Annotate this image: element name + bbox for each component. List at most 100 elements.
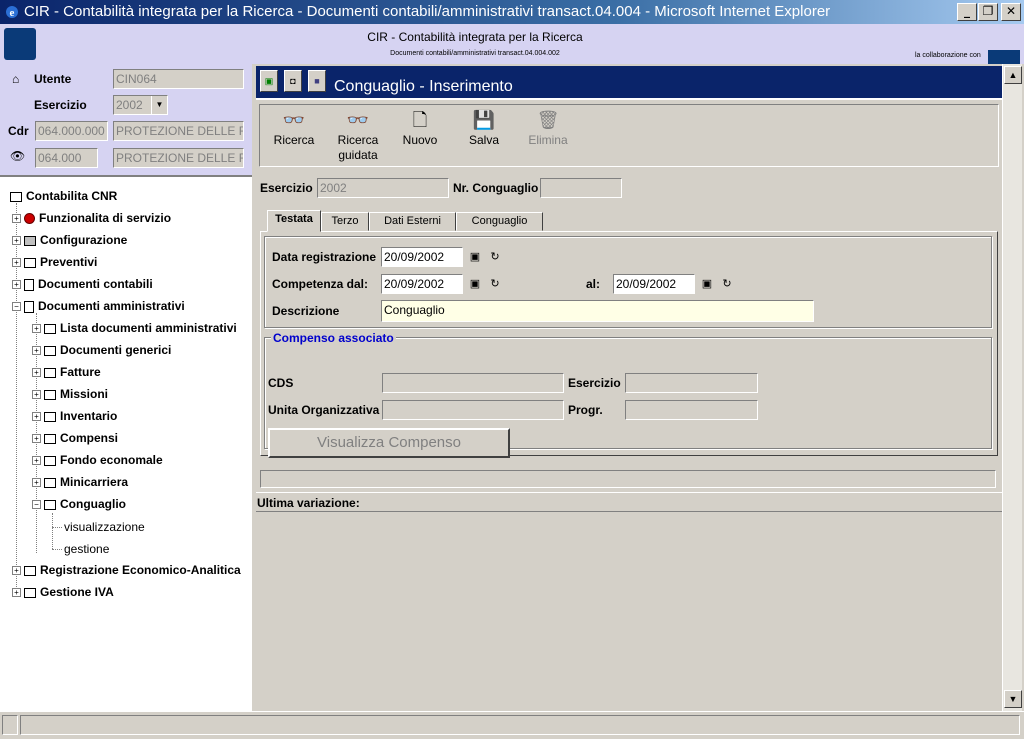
expand-icon[interactable]: +: [12, 214, 21, 224]
banner-subtitle: Documenti contabili/amministrativi trans…: [390, 50, 560, 57]
minimize-button[interactable]: _: [957, 3, 977, 21]
tree-item-configurazione[interactable]: + Configurazione: [12, 231, 127, 249]
toolbar: 👓 Ricerca 👓 Ricerca guidata 🗋 Nuovo 💾 Salva 🗑…: [259, 104, 999, 167]
expand-icon[interactable]: +: [12, 588, 21, 598]
tree-item-label: Funzionalita di servizio: [39, 211, 172, 225]
status-bar: [0, 711, 1024, 739]
clear-date-icon[interactable]: ↻: [488, 250, 502, 264]
expand-icon[interactable]: +: [32, 478, 41, 488]
visualizza-compenso-button[interactable]: Visualizza Compenso: [268, 428, 510, 458]
expand-icon[interactable]: +: [32, 412, 41, 422]
floppy-disk-icon: 💾: [472, 110, 496, 130]
guided-search-icon: 👓: [346, 110, 370, 130]
tree-item-documenti-amministrativi[interactable]: − Documenti amministrativi: [12, 297, 185, 315]
competenza-dal-field[interactable]: 20/09/2002: [381, 274, 463, 294]
scroll-down-icon[interactable]: ▼: [1004, 690, 1022, 708]
close-button[interactable]: ✕: [1001, 3, 1021, 21]
new-document-icon: 🗋: [412, 110, 428, 130]
collapse-icon[interactable]: −: [12, 302, 21, 312]
calendar-icon[interactable]: ▣: [468, 250, 482, 264]
tree-item-fatture[interactable]: + Fatture: [32, 363, 101, 381]
tree-root[interactable]: Contabilita CNR: [10, 187, 117, 205]
tree-item-preventivi[interactable]: + Preventivi: [12, 253, 97, 271]
esercizio-select[interactable]: 2002 ▼: [113, 95, 168, 115]
scroll-up-icon[interactable]: ▲: [1004, 66, 1022, 84]
nr-conguaglio-label: Nr. Conguaglio: [453, 181, 539, 195]
stop-icon: [24, 213, 35, 225]
tree-item-documenti-generici[interactable]: + Documenti generici: [32, 341, 171, 359]
data-registrazione-field[interactable]: 20/09/2002: [381, 247, 463, 267]
expand-icon[interactable]: +: [32, 390, 41, 400]
chevron-down-icon[interactable]: ▼: [151, 96, 167, 114]
tab-testata[interactable]: Testata: [267, 210, 321, 232]
tree-item-compensi[interactable]: + Compensi: [32, 429, 118, 447]
tree-item-minicarriera[interactable]: + Minicarriera: [32, 473, 128, 491]
expand-icon[interactable]: +: [12, 280, 21, 290]
binoculars-icon: 👁: [10, 149, 26, 163]
tree-item-conguaglio[interactable]: − Conguaglio: [32, 495, 126, 513]
close-form-icon[interactable]: ■: [308, 70, 326, 92]
tab-dati-esterni[interactable]: Dati Esterni: [369, 212, 456, 231]
navigation-tree: Contabilita CNR + Funzionalita di servizi…: [0, 175, 252, 711]
main-panel: ▣ ◘ ■ Conguaglio - Inserimento 👓 Ricerca …: [256, 64, 1002, 711]
expand-icon[interactable]: +: [12, 236, 21, 246]
tree-item-label: Minicarriera: [60, 475, 129, 489]
ultima-variazione-label: Ultima variazione:: [257, 496, 360, 510]
unita-organizzativa-label: Unita Organizzativa: [268, 403, 380, 417]
open-folder-icon: [44, 499, 56, 510]
clear-date-icon[interactable]: ↻: [720, 277, 734, 291]
page-header: ▣ ◘ ■ Conguaglio - Inserimento: [256, 66, 1002, 100]
tree-item-label: Configurazione: [40, 233, 128, 247]
cdr-code-field: 064.000.000: [35, 121, 108, 141]
tree-item-registrazione[interactable]: + Registrazione Economico-Analitica: [12, 561, 241, 579]
ricerca-button[interactable]: 👓 Ricerca: [264, 109, 324, 148]
calendar-icon[interactable]: ▣: [700, 277, 714, 291]
tree-item-fondo-economale[interactable]: + Fondo economale: [32, 451, 163, 469]
binoculars-icon: 👓: [282, 110, 306, 130]
compenso-legend: Compenso associato: [271, 331, 396, 345]
expand-icon[interactable]: +: [32, 324, 41, 334]
maximize-button[interactable]: ❐: [978, 3, 998, 21]
elimina-label: Elimina: [528, 133, 568, 147]
tree-item-documenti-contabili[interactable]: + Documenti contabili: [12, 275, 153, 293]
expand-icon[interactable]: +: [12, 566, 21, 576]
tree-item-missioni[interactable]: + Missioni: [32, 385, 108, 403]
unita-organizzativa-field: [382, 400, 564, 420]
expand-icon[interactable]: +: [12, 258, 21, 268]
nr-conguaglio-field[interactable]: [540, 178, 622, 198]
tree-item-inventario[interactable]: + Inventario: [32, 407, 117, 425]
tree-item-lista-documenti[interactable]: + Lista documenti amministrativi: [32, 319, 237, 337]
window-title-bar[interactable]: e CIR - Contabilità integrata per la Ric…: [0, 0, 1024, 24]
calendar-icon[interactable]: ▣: [468, 277, 482, 291]
descrizione-field[interactable]: Conguaglio: [381, 300, 814, 322]
expand-icon[interactable]: +: [32, 346, 41, 356]
esercizio-form-field: 2002: [317, 178, 449, 198]
collaboration-text: la collaborazione con: [915, 52, 981, 59]
svg-text:e: e: [10, 7, 15, 19]
tab-terzo[interactable]: Terzo: [321, 212, 369, 231]
collapse-icon[interactable]: −: [32, 500, 41, 510]
save-window-icon[interactable]: ◘: [284, 70, 302, 92]
expand-icon[interactable]: +: [32, 456, 41, 466]
expand-icon[interactable]: +: [32, 434, 41, 444]
vertical-scrollbar[interactable]: ▲ ▼: [1002, 64, 1022, 711]
tree-item-visualizzazione[interactable]: visualizzazione: [64, 518, 145, 536]
clear-date-icon[interactable]: ↻: [488, 277, 502, 291]
nuovo-label: Nuovo: [402, 133, 438, 147]
page-title: Conguaglio - Inserimento: [334, 78, 513, 95]
trash-icon: 🗑: [536, 110, 560, 130]
expand-icon[interactable]: +: [32, 368, 41, 378]
elimina-button[interactable]: 🗑 Elimina: [518, 109, 578, 148]
ricerca-guidata-button[interactable]: 👓 Ricerca guidata: [328, 109, 388, 163]
ricerca-guidata-label-2: guidata: [338, 148, 378, 162]
tree-item-funzionalita[interactable]: + Funzionalita di servizio: [12, 209, 171, 227]
tree-item-gestione-iva[interactable]: + Gestione IVA: [12, 583, 114, 601]
salva-button[interactable]: 💾 Salva: [454, 109, 514, 148]
nuovo-button[interactable]: 🗋 Nuovo: [390, 109, 450, 148]
restore-icon[interactable]: ▣: [260, 70, 278, 92]
tree-item-label: Conguaglio: [60, 497, 126, 511]
tree-item-gestione[interactable]: gestione: [64, 540, 109, 558]
folder-icon: [24, 257, 36, 268]
competenza-al-field[interactable]: 20/09/2002: [613, 274, 695, 294]
tab-conguaglio[interactable]: Conguaglio: [456, 212, 543, 231]
